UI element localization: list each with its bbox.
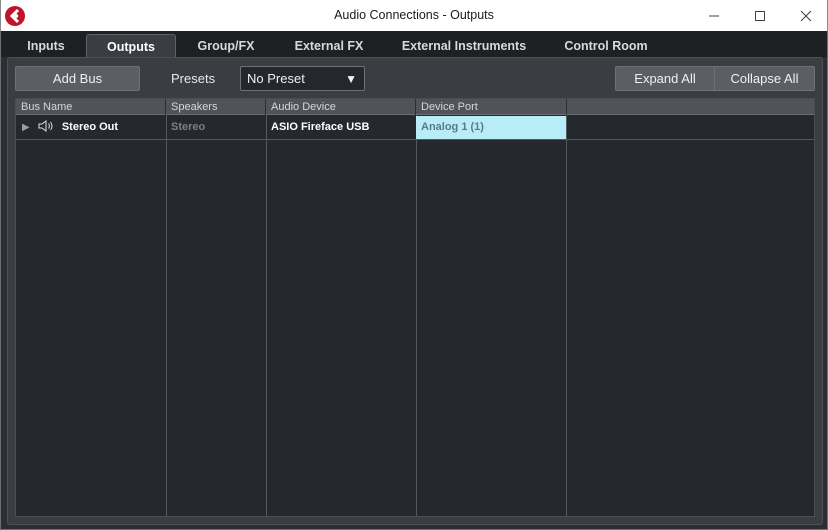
speaker-icon bbox=[38, 120, 53, 133]
presets-label: Presets bbox=[171, 71, 216, 86]
column-header-audio-device[interactable]: Audio Device bbox=[266, 99, 416, 115]
column-header-empty bbox=[567, 99, 814, 115]
column-divider bbox=[566, 115, 567, 516]
table-header: Bus Name Speakers Audio Device Device Po… bbox=[16, 99, 814, 115]
tab-control-room[interactable]: Control Room bbox=[552, 35, 660, 57]
column-divider bbox=[266, 115, 267, 516]
column-divider bbox=[166, 115, 167, 516]
add-bus-button[interactable]: Add Bus bbox=[15, 66, 140, 91]
column-header-bus-name[interactable]: Bus Name bbox=[16, 99, 166, 115]
column-header-speakers[interactable]: Speakers bbox=[166, 99, 266, 115]
device-port-cell[interactable]: Analog 1 (1) bbox=[416, 116, 566, 139]
table-row[interactable]: ▶ Stereo Out Stereo ASIO Fireface USB An… bbox=[16, 116, 814, 140]
title-bar: Audio Connections - Outputs bbox=[0, 0, 828, 31]
triangle-down-icon: ▼ bbox=[345, 72, 357, 86]
tab-external-fx[interactable]: External FX bbox=[281, 35, 377, 57]
triangle-right-icon[interactable]: ▶ bbox=[22, 116, 30, 139]
column-divider bbox=[416, 115, 417, 516]
close-button[interactable] bbox=[783, 0, 828, 31]
close-icon bbox=[800, 10, 812, 21]
tab-inputs[interactable]: Inputs bbox=[15, 35, 77, 57]
maximize-button[interactable] bbox=[737, 0, 783, 31]
outputs-panel: Add Bus Presets No Preset ▼ Expand All C… bbox=[7, 57, 823, 525]
bus-name: Stereo Out bbox=[61, 121, 119, 133]
tab-external-instruments[interactable]: External Instruments bbox=[391, 35, 537, 57]
collapse-all-button[interactable]: Collapse All bbox=[714, 66, 815, 91]
bus-table: Bus Name Speakers Audio Device Device Po… bbox=[15, 98, 815, 517]
tab-group-fx[interactable]: Group/FX bbox=[184, 35, 268, 57]
speakers-cell[interactable]: Stereo bbox=[166, 116, 266, 139]
maximize-icon bbox=[755, 10, 765, 21]
column-header-device-port[interactable]: Device Port bbox=[416, 99, 567, 115]
minimize-button[interactable] bbox=[691, 0, 737, 31]
minimize-icon bbox=[709, 15, 719, 16]
preset-value: No Preset bbox=[247, 71, 305, 86]
audio-connections-window: Inputs Outputs Group/FX External FX Exte… bbox=[0, 31, 828, 530]
tab-bar: Inputs Outputs Group/FX External FX Exte… bbox=[1, 31, 827, 58]
preset-dropdown[interactable]: No Preset ▼ bbox=[240, 66, 365, 91]
bus-name-cell[interactable]: ▶ Stereo Out bbox=[16, 116, 166, 139]
audio-device-cell[interactable]: ASIO Fireface USB bbox=[266, 116, 416, 139]
tab-outputs[interactable]: Outputs bbox=[86, 34, 176, 58]
expand-all-button[interactable]: Expand All bbox=[615, 66, 715, 91]
